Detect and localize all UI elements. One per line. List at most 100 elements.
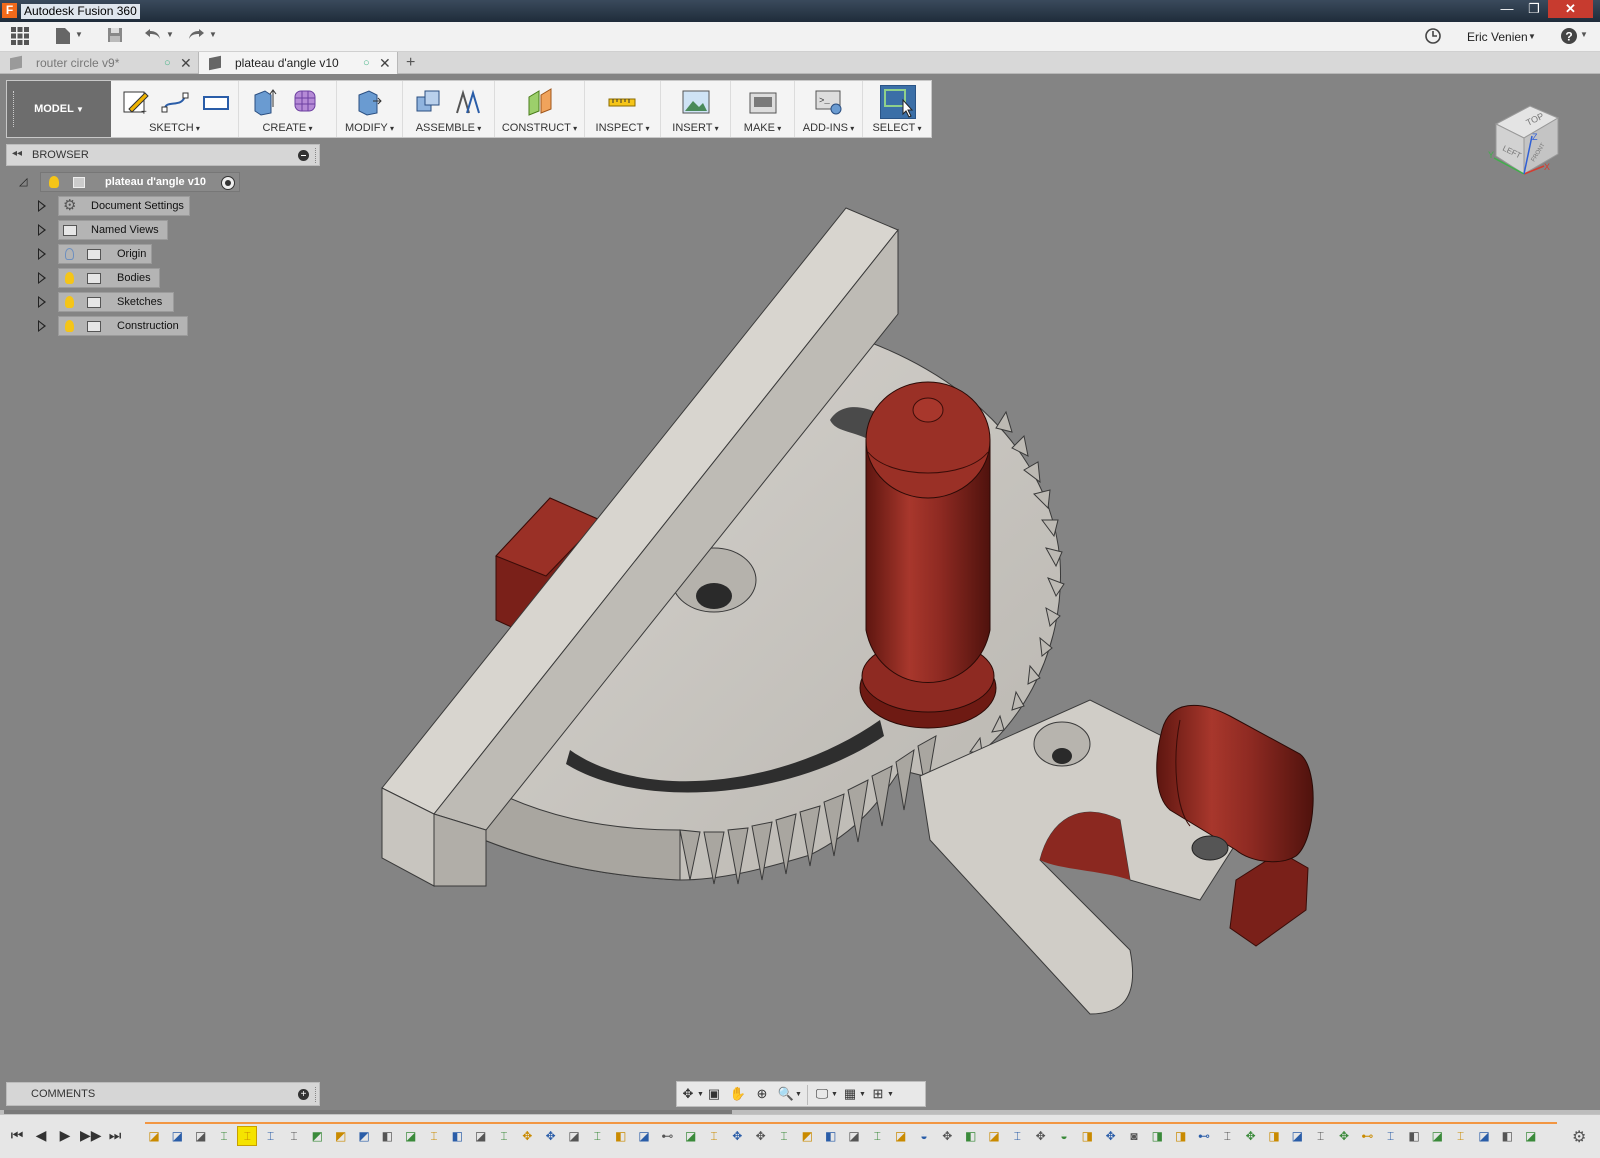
timeline-feature-icon[interactable]: ◧ (962, 1127, 980, 1145)
look-at-icon[interactable]: ▣ (705, 1086, 723, 1102)
toolbar-group-create[interactable]: CREATE (239, 81, 337, 137)
timeline-feature-icon[interactable]: ◧ (1498, 1127, 1516, 1145)
timeline-play-icon[interactable]: ▶ (56, 1127, 74, 1144)
timeline-feature-icon[interactable]: ✥ (938, 1127, 956, 1145)
browser-item-box[interactable]: ⚙ Document Settings (58, 196, 190, 216)
timeline-feature-icon[interactable]: ◒ (915, 1127, 933, 1145)
toolbar-group-assemble[interactable]: ASSEMBLE (403, 81, 495, 137)
timeline-feature-icon[interactable]: ◩ (798, 1127, 816, 1145)
timeline-feature-icon[interactable]: ◪ (845, 1127, 863, 1145)
visibility-bulb-icon[interactable] (65, 272, 74, 284)
timeline-feature-icon[interactable]: ✥ (752, 1127, 770, 1145)
scripts-addins-icon[interactable]: >_ (814, 87, 844, 117)
timeline-feature-icon[interactable]: ◪ (1428, 1127, 1446, 1145)
new-component-icon[interactable] (413, 87, 443, 117)
timeline-feature-icon[interactable]: ◪ (892, 1127, 910, 1145)
grid-chevron-down-icon[interactable]: ▼ (859, 1091, 866, 1098)
timeline-feature-icon[interactable]: ⌶ (237, 1126, 258, 1146)
tab-router-circle[interactable]: router circle v9* ○ ✕ (0, 52, 198, 74)
collapse-arrow-icon[interactable]: ◿ (19, 175, 27, 188)
toolbar-group-make[interactable]: MAKE (731, 81, 795, 137)
activate-component-icon[interactable] (221, 176, 235, 190)
toolbar-group-insert[interactable]: INSERT (661, 81, 731, 137)
user-account-name[interactable]: Eric Venien (1467, 30, 1528, 44)
view-cube[interactable]: TOP LEFT FRONT Y Z X (1488, 92, 1578, 182)
help-icon[interactable]: ? (1558, 27, 1580, 47)
timeline-go-to-end-icon[interactable]: ⏭ (106, 1127, 124, 1144)
expand-arrow-icon[interactable] (38, 200, 46, 212)
line-icon[interactable] (161, 87, 191, 117)
timeline-feature-icon[interactable]: ◩ (308, 1127, 326, 1145)
timeline-feature-icon[interactable]: ✥ (728, 1127, 746, 1145)
timeline-feature-icon[interactable]: ⌶ (1382, 1127, 1400, 1145)
timeline-feature-icon[interactable]: ⊷ (1358, 1127, 1376, 1145)
browser-item-box[interactable]: Origin (58, 244, 152, 264)
browser-item-box[interactable]: Construction (58, 316, 188, 336)
user-menu-chevron-down-icon[interactable]: ▼ (1528, 32, 1536, 41)
timeline-marker-track[interactable] (145, 1122, 1557, 1124)
timeline-feature-icon[interactable]: ◪ (635, 1127, 653, 1145)
toolbar-group-construct[interactable]: CONSTRUCT (495, 81, 585, 137)
rectangle-icon[interactable] (201, 87, 231, 117)
browser-root-component[interactable]: ◿ plateau d'angle v10 (19, 172, 240, 192)
grid-settings-icon[interactable]: ▦ (841, 1086, 859, 1102)
minimize-button[interactable]: — (1494, 0, 1520, 18)
press-pull-icon[interactable] (353, 87, 383, 117)
timeline-settings-gear-icon[interactable]: ⚙ (1572, 1127, 1586, 1147)
timeline-feature-icon[interactable]: ◧ (612, 1127, 630, 1145)
expand-arrow-icon[interactable] (38, 248, 46, 260)
timeline-feature-icon[interactable]: ◪ (168, 1127, 186, 1145)
timeline-feature-icon[interactable]: ✥ (542, 1127, 560, 1145)
timeline-feature-icon[interactable]: ◪ (192, 1127, 210, 1145)
toolbar-group-add-ins[interactable]: >_ ADD-INS (795, 81, 863, 137)
visibility-bulb-icon[interactable] (49, 176, 59, 188)
close-tab-icon[interactable]: ✕ (379, 52, 391, 74)
browser-item-box[interactable]: Bodies (58, 268, 160, 288)
timeline-feature-icon[interactable]: ⌶ (775, 1127, 793, 1145)
panel-grip[interactable] (315, 148, 317, 163)
toolbar-group-modify[interactable]: MODIFY (337, 81, 403, 137)
timeline-feature-icon[interactable]: ⌶ (215, 1127, 233, 1145)
undo-chevron-down-icon[interactable]: ▼ (166, 30, 174, 39)
timeline-feature-icon[interactable]: ◪ (145, 1127, 163, 1145)
timeline-feature-icon[interactable]: ⌶ (1008, 1127, 1026, 1145)
job-status-icon[interactable] (1422, 27, 1444, 47)
timeline-feature-icon[interactable]: ⌶ (1218, 1127, 1236, 1145)
help-chevron-down-icon[interactable]: ▼ (1580, 30, 1588, 39)
form-icon[interactable] (291, 87, 321, 117)
timeline-feature-icon[interactable]: ⌶ (868, 1127, 886, 1145)
viewports-icon[interactable]: ⊞ (869, 1086, 887, 1102)
timeline-feature-icon[interactable]: ✥ (1032, 1127, 1050, 1145)
timeline-feature-icon[interactable]: ◙ (1125, 1127, 1143, 1145)
timeline-feature-icon[interactable]: ◧ (822, 1127, 840, 1145)
timeline-feature-icon[interactable]: ◨ (1148, 1127, 1166, 1145)
viewports-chevron-down-icon[interactable]: ▼ (887, 1091, 894, 1098)
undo-icon[interactable] (142, 27, 164, 47)
redo-icon[interactable] (185, 27, 207, 47)
model-canvas[interactable] (0, 74, 1600, 1110)
timeline-feature-icon[interactable]: ⌶ (285, 1127, 303, 1145)
expand-arrow-icon[interactable] (38, 296, 46, 308)
timeline-feature-icon[interactable]: ✥ (1102, 1127, 1120, 1145)
timeline-feature-icon[interactable]: ⊷ (658, 1127, 676, 1145)
timeline-feature-icon[interactable]: ✥ (518, 1127, 536, 1145)
orbit-chevron-down-icon[interactable]: ▼ (697, 1091, 704, 1098)
timeline-feature-icon[interactable]: ✥ (1335, 1127, 1353, 1145)
close-tab-icon[interactable]: ✕ (180, 52, 192, 74)
timeline-feature-icon[interactable]: ◪ (1522, 1127, 1540, 1145)
timeline-feature-icon[interactable]: ⌶ (1452, 1127, 1470, 1145)
collapse-browser-icon[interactable]: ◂◂ (12, 148, 22, 159)
tab-plateau-d-angle[interactable]: plateau d'angle v10 ○ ✕ (198, 52, 398, 74)
visibility-bulb-icon[interactable] (65, 248, 74, 260)
timeline-feature-icon[interactable]: ◧ (378, 1127, 396, 1145)
redo-chevron-down-icon[interactable]: ▼ (209, 30, 217, 39)
timeline-step-forward-icon[interactable]: ▶▶ (80, 1127, 102, 1144)
visibility-bulb-icon[interactable] (65, 320, 74, 332)
orbit-icon[interactable]: ✥ (679, 1086, 697, 1102)
timeline-feature-icon[interactable]: ◪ (682, 1127, 700, 1145)
restore-button[interactable]: ❐ (1521, 0, 1547, 18)
create-sketch-icon[interactable]: + (121, 87, 151, 118)
browser-item-box[interactable]: Named Views (58, 220, 168, 240)
timeline-feature-icon[interactable]: ⌶ (262, 1127, 280, 1145)
browser-panel-header[interactable]: ◂◂ BROWSER (6, 144, 320, 166)
